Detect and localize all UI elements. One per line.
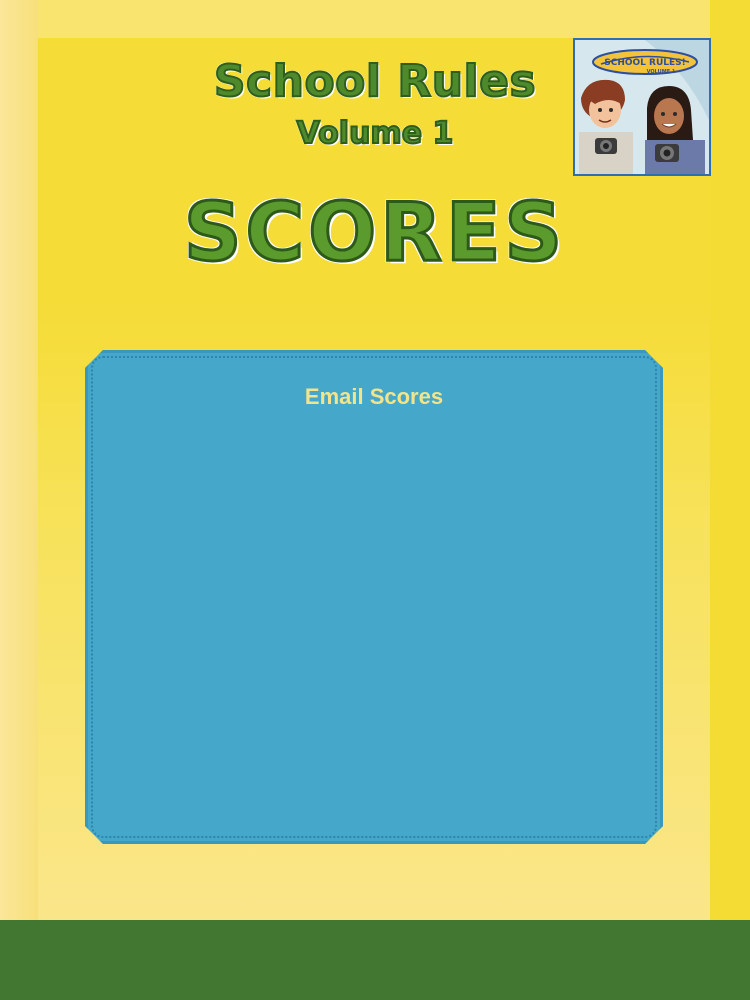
svg-text:SCHOOL RULES!: SCHOOL RULES!: [604, 58, 686, 68]
footer-bar: [0, 920, 750, 1000]
page-title: SCORES: [182, 185, 567, 281]
scores-panel: Email Scores: [85, 350, 663, 844]
scores-page: School Rules Volume 1 SCORES SCHOOL RULE…: [0, 0, 750, 1000]
panel-stitch-border: [91, 356, 657, 838]
email-scores-button[interactable]: Email Scores: [85, 384, 663, 410]
svg-text:VOLUME 1: VOLUME 1: [647, 69, 676, 75]
school-rules-cover-icon: SCHOOL RULES! VOLUME 1: [575, 40, 709, 174]
cover-image: SCHOOL RULES! VOLUME 1: [573, 38, 711, 176]
